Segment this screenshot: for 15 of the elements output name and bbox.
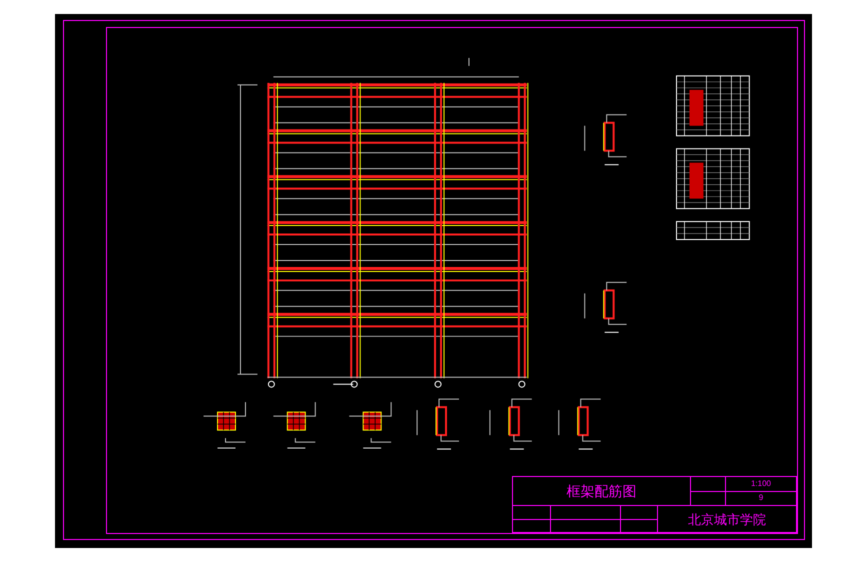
title-block-cell: [691, 492, 726, 506]
beam-section-drawing: [489, 398, 532, 450]
sheet-number: 9: [726, 492, 797, 506]
beam-section-drawing: [584, 282, 628, 333]
scale-text: 1:100: [726, 477, 797, 492]
beam-section-drawing: [416, 398, 460, 450]
column-section-drawing: [348, 402, 392, 449]
school-name: 北京城市学院: [658, 506, 797, 533]
beam-section-drawing: [584, 114, 628, 166]
beam-section-drawing: [558, 398, 602, 450]
column-section-drawing: [272, 402, 316, 449]
title-block-cell: [551, 506, 621, 520]
drawing-title: 框架配筋图: [513, 477, 691, 506]
title-block-cell: [621, 506, 658, 520]
column-section-drawing: [203, 402, 246, 449]
